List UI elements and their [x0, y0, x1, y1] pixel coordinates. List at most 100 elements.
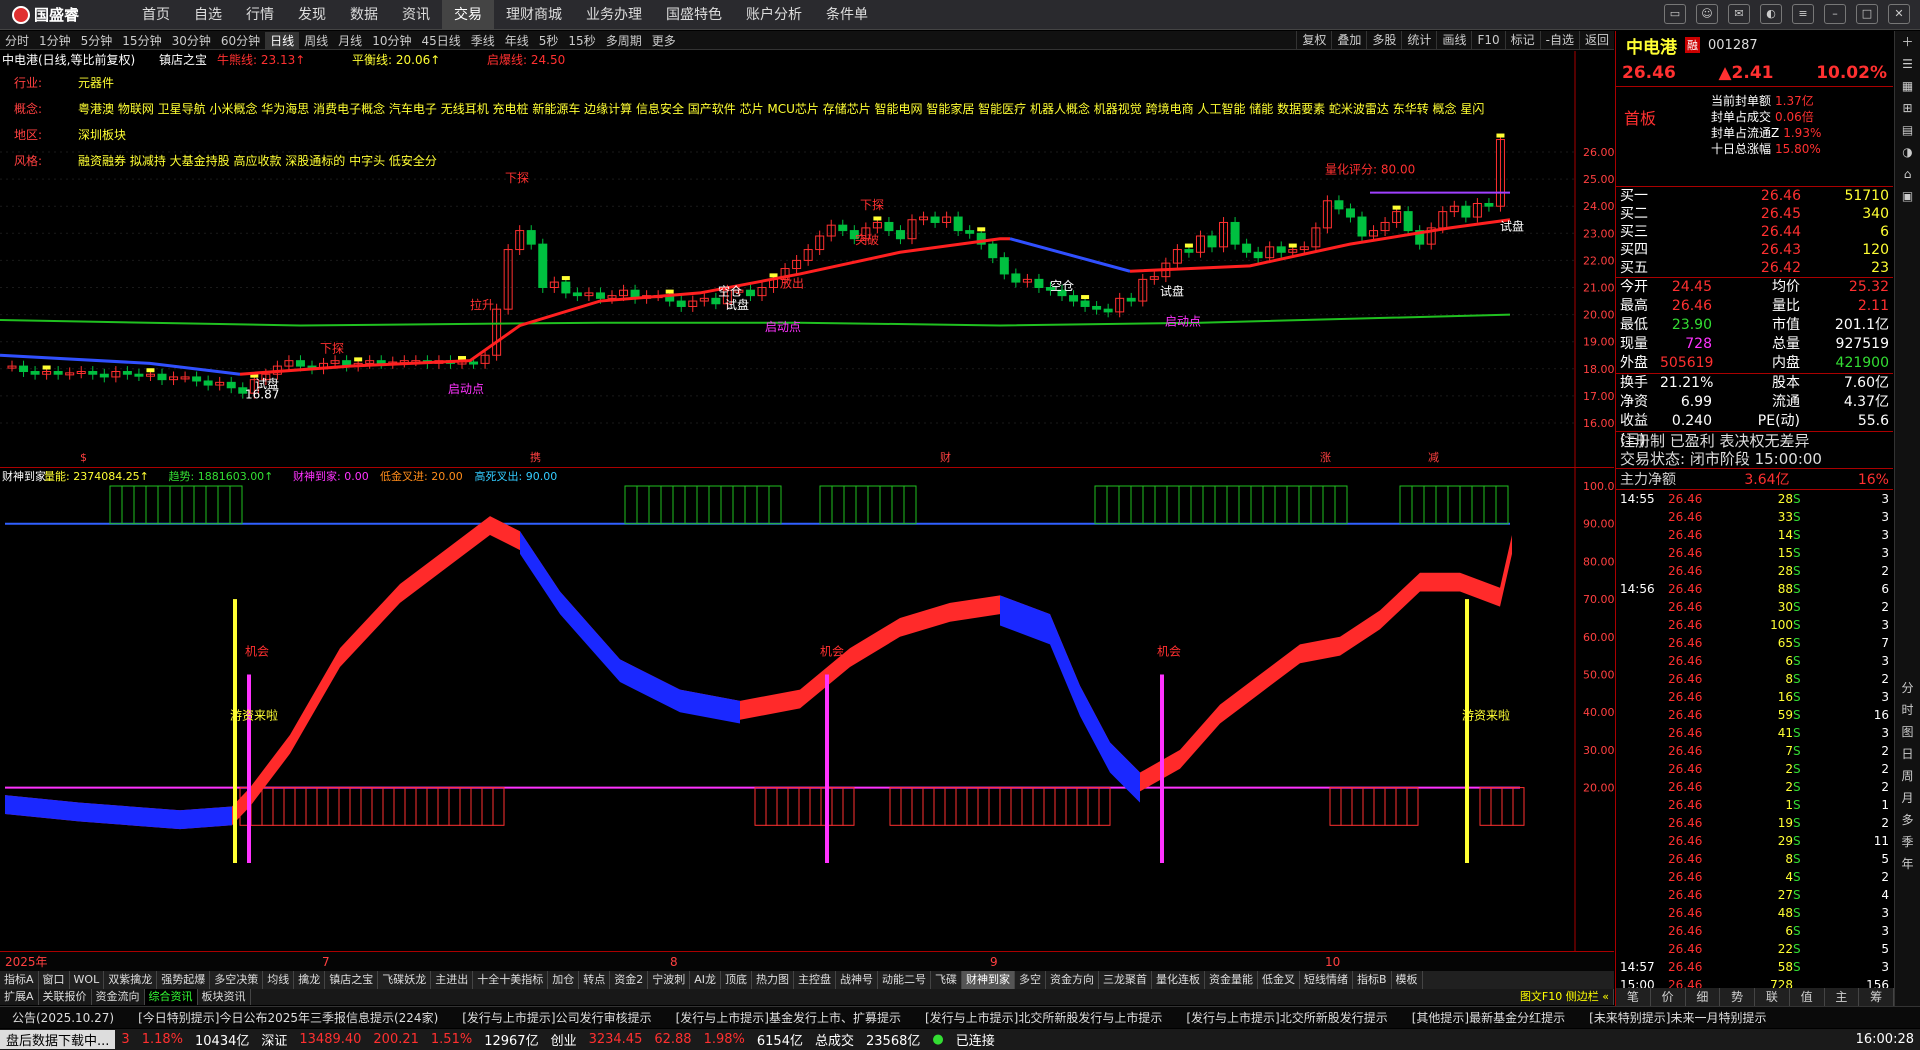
period-tab[interactable]: 日线 — [265, 31, 300, 49]
indicator-tab[interactable]: 双紫擒龙 — [104, 971, 158, 989]
kline-chart[interactable]: 26.00 25.00 24.00 23.00 22.00 21.00 20.00 19.00… — [0, 51, 1615, 467]
news-item[interactable]: [发行与上市提示]北交所新股发行提示 — [1174, 1009, 1399, 1026]
indicator-tab[interactable]: 均线 — [263, 971, 295, 989]
period-tab[interactable]: 季线 — [466, 32, 500, 49]
period-tab[interactable]: 45日线 — [416, 32, 465, 49]
news-item[interactable]: [其他提示]最新基金分红提示 — [1400, 1009, 1577, 1026]
news-item[interactable]: [发行与上市提示]公司发行审核提示 — [450, 1009, 663, 1026]
indicator-tab[interactable]: WOL — [70, 971, 105, 989]
side-tool-icon[interactable]: ▣ — [1895, 185, 1920, 207]
nav-item[interactable]: 国盛特色 — [654, 0, 734, 30]
news-item[interactable]: [今日特别提示]今日公布2025年三季报信息提示(224家) — [126, 1009, 450, 1026]
nav-item[interactable]: 理财商城 — [494, 0, 574, 30]
skin-icon[interactable]: ◐ — [1760, 4, 1782, 24]
news-item[interactable]: [未来特别提示]未来一月特别提示 — [1577, 1009, 1778, 1026]
period-tab[interactable]: 多周期 — [601, 32, 647, 49]
quote-tab[interactable]: 笔 — [1616, 988, 1651, 1006]
quote-tab[interactable]: 细 — [1686, 988, 1721, 1006]
nav-item[interactable]: 自选 — [182, 0, 234, 30]
indicator-tab[interactable]: 转点 — [579, 971, 611, 989]
quote-tab[interactable]: 势 — [1720, 988, 1755, 1006]
mail-icon[interactable]: ✉ — [1728, 4, 1750, 24]
indicator-tab[interactable]: 主控盘 — [794, 971, 836, 989]
indicator-tab[interactable]: 十全十美指标 — [473, 971, 549, 989]
bottom-tab[interactable]: 关联报价 — [39, 989, 92, 1005]
period-tab[interactable]: 分时 — [0, 32, 34, 49]
nav-item[interactable]: 数据 — [338, 0, 390, 30]
news-item[interactable]: [发行与上市提示]基金发行上市、扩募提示 — [664, 1009, 913, 1026]
chart-tool-button[interactable]: 标记 — [1504, 31, 1540, 50]
period-tab[interactable]: 15秒 — [563, 32, 600, 49]
period-tab[interactable]: 5秒 — [534, 32, 564, 49]
bottom-tab[interactable]: 扩展A — [0, 989, 39, 1005]
side-tool-icon[interactable]: ☰ — [1895, 53, 1920, 75]
tick-list[interactable]: 14:55 26.46 28 S 3 26.46 33 S 3 26.46 14 S 3 26.46 15 S… — [1616, 490, 1893, 994]
side-tool-icon[interactable]: ⌂ — [1895, 163, 1920, 185]
period-tab[interactable]: 60分钟 — [216, 32, 265, 49]
news-item[interactable]: 公告(2025.10.27) — [0, 1009, 126, 1026]
chart-tool-button[interactable]: 统计 — [1401, 31, 1436, 50]
side-period[interactable]: 日 — [1895, 743, 1920, 765]
period-tab[interactable]: 月线 — [333, 32, 367, 49]
nav-item[interactable]: 条件单 — [814, 0, 880, 30]
side-period[interactable]: 季 — [1895, 831, 1920, 853]
nav-item[interactable]: 首页 — [130, 0, 182, 30]
side-tool-icon[interactable]: ▦ — [1895, 75, 1920, 97]
indicator-tab[interactable]: 指标A — [0, 971, 39, 989]
indicator-tab[interactable]: 多空 — [1015, 971, 1046, 989]
indicator-tab[interactable]: 动能二号 — [878, 971, 931, 989]
indicator-tab[interactable]: 资金量能 — [1205, 971, 1258, 989]
nav-item[interactable]: 发现 — [286, 0, 338, 30]
period-tab[interactable]: 年线 — [500, 32, 534, 49]
period-tab[interactable]: 10分钟 — [367, 32, 416, 49]
indicator-tab[interactable]: 资金2 — [610, 971, 649, 989]
chart-tool-button[interactable]: F10 — [1471, 31, 1504, 50]
bottom-tab[interactable]: 资金流向 — [92, 989, 145, 1005]
chart-tool-button[interactable]: 画线 — [1436, 31, 1471, 50]
nav-item[interactable]: 交易 — [442, 0, 494, 30]
indicator-tab[interactable]: 镇店之宝 — [325, 971, 379, 989]
side-period[interactable]: 图 — [1895, 721, 1920, 743]
nav-item[interactable]: 资讯 — [390, 0, 442, 30]
menu-icon[interactable]: ≡ — [1792, 4, 1814, 24]
chart-tool-button[interactable]: 返回 — [1578, 31, 1614, 50]
side-tool-icon[interactable]: ◑ — [1895, 141, 1920, 163]
indicator-tab[interactable]: 短线情绪 — [1300, 971, 1353, 989]
quote-tab[interactable]: 联 — [1755, 988, 1790, 1006]
indicator-tab[interactable]: 窗口 — [39, 971, 70, 989]
indicator-tab[interactable]: 飞碟妖龙 — [378, 971, 432, 989]
side-tool-icon[interactable]: ▤ — [1895, 119, 1920, 141]
side-period[interactable]: 时 — [1895, 699, 1920, 721]
indicator-tab[interactable]: 飞碟 — [931, 971, 962, 989]
indicator-tab[interactable]: 战神号 — [836, 971, 878, 989]
nav-item[interactable]: 业务办理 — [574, 0, 654, 30]
indicator-tab[interactable]: 顶底 — [721, 971, 752, 989]
indicator-tab[interactable]: 加仓 — [548, 971, 580, 989]
bottom-tab[interactable]: 综合资讯 — [144, 989, 198, 1005]
close-icon[interactable]: ✕ — [1888, 4, 1910, 24]
app-logo[interactable]: 国盛睿 — [0, 4, 130, 25]
indicator-tab[interactable]: 强势起爆 — [157, 971, 211, 989]
indicator-tab[interactable]: AI龙 — [690, 971, 721, 989]
quote-tab[interactable]: 值 — [1790, 988, 1825, 1006]
indicator-tab[interactable]: 财神到家 — [961, 971, 1015, 989]
news-item[interactable]: [发行与上市提示]北交所新股发行与上市提示 — [913, 1009, 1174, 1026]
period-tab[interactable]: 1分钟 — [34, 32, 76, 49]
chart-tool-button[interactable]: 叠加 — [1331, 31, 1366, 50]
nav-item[interactable]: 行情 — [234, 0, 286, 30]
side-period[interactable]: 周 — [1895, 765, 1920, 787]
period-tab[interactable]: 5分钟 — [76, 32, 118, 49]
minimize-icon[interactable]: – — [1824, 4, 1846, 24]
kline-svg[interactable]: 26.00 25.00 24.00 23.00 22.00 21.00 20.00 19.00… — [0, 51, 1615, 467]
bottom-tab-right[interactable]: 图文F10 侧边栏 « — [1516, 989, 1614, 1005]
period-tab[interactable]: 周线 — [299, 32, 333, 49]
period-tab[interactable]: 15分钟 — [117, 32, 166, 49]
indicator-tab[interactable]: 多空决策 — [210, 971, 264, 989]
indicator-tab-right[interactable]: 指标B — [1353, 971, 1392, 989]
side-period[interactable]: 分 — [1895, 677, 1920, 699]
service-icon[interactable]: ☺ — [1696, 4, 1718, 24]
indicator-tab[interactable]: 主进出 — [431, 971, 474, 989]
side-tool-icon[interactable]: ⊞ — [1895, 97, 1920, 119]
side-period[interactable]: 年 — [1895, 853, 1920, 875]
period-tab[interactable]: 30分钟 — [167, 32, 216, 49]
